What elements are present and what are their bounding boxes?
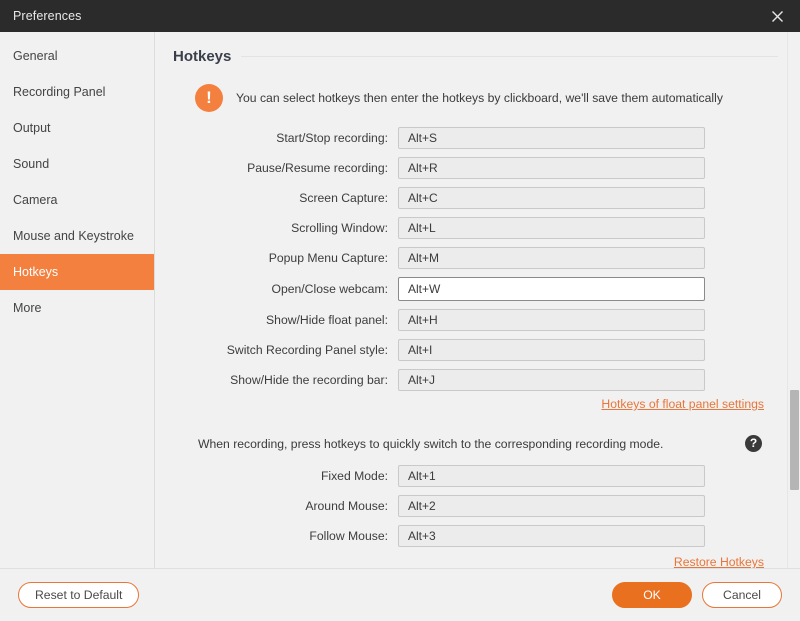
hotkey-row-pause-resume-recording: Pause/Resume recording: [173,155,778,181]
help-icon[interactable]: ? [745,435,762,452]
hotkey-input-start-stop-recording[interactable] [398,127,705,149]
sidebar-item-label: Sound [13,157,49,171]
recording-mode-note-text: When recording, press hotkeys to quickly… [198,437,663,451]
hotkeys-section-header: Hotkeys [173,32,778,68]
hotkey-label: Fixed Mode: [173,469,398,483]
footer-actions: OK Cancel [612,582,782,608]
sidebar-item-recording-panel[interactable]: Recording Panel [0,74,154,110]
hotkey-row-follow-mouse: Follow Mouse: [173,523,778,549]
hotkey-input-scrolling-window[interactable] [398,217,705,239]
recording-mode-hotkeys-list: Fixed Mode: Around Mouse: Follow Mouse: [173,463,778,549]
hotkey-label: Screen Capture: [173,191,398,205]
sidebar-item-label: More [13,301,41,315]
hotkeys-list: Start/Stop recording: Pause/Resume recor… [173,125,778,393]
hotkey-input-open-close-webcam[interactable] [398,277,705,301]
preferences-window: Preferences General Recording Panel Outp… [0,0,800,621]
sidebar-item-label: Hotkeys [13,265,58,279]
window-title: Preferences [0,9,82,23]
hotkey-row-fixed-mode: Fixed Mode: [173,463,778,489]
hotkey-row-popup-menu-capture: Popup Menu Capture: [173,245,778,271]
close-button[interactable] [754,0,800,32]
hotkey-input-show-hide-recording-bar[interactable] [398,369,705,391]
vertical-scrollbar-thumb[interactable] [790,390,799,490]
sidebar-item-general[interactable]: General [0,38,154,74]
hotkey-label: Scrolling Window: [173,221,398,235]
hotkey-label: Start/Stop recording: [173,131,398,145]
hotkey-row-show-hide-recording-bar: Show/Hide the recording bar: [173,367,778,393]
restore-hotkeys-link[interactable]: Restore Hotkeys [674,555,764,568]
sidebar-item-camera[interactable]: Camera [0,182,154,218]
hotkey-row-open-close-webcam: Open/Close webcam: [173,275,778,303]
title-bar: Preferences [0,0,800,32]
sidebar-item-more[interactable]: More [0,290,154,326]
hotkey-row-scrolling-window: Scrolling Window: [173,215,778,241]
sidebar-item-sound[interactable]: Sound [0,146,154,182]
content-scroll-area: Hotkeys ! You can select hotkeys then en… [155,32,800,568]
hotkey-input-show-hide-float-panel[interactable] [398,309,705,331]
sidebar-item-label: Output [13,121,51,135]
hotkey-input-follow-mouse[interactable] [398,525,705,547]
hotkey-input-switch-recording-panel-style[interactable] [398,339,705,361]
hotkey-input-screen-capture[interactable] [398,187,705,209]
hotkeys-panel: Hotkeys ! You can select hotkeys then en… [155,32,800,568]
hotkey-label: Open/Close webcam: [173,282,398,296]
hotkey-label: Popup Menu Capture: [173,251,398,265]
header-divider [241,56,778,57]
hotkeys-of-float-panel-settings-link[interactable]: Hotkeys of float panel settings [601,397,764,411]
sidebar-item-label: General [13,49,57,63]
close-icon [769,8,786,25]
ok-button[interactable]: OK [612,582,692,608]
sidebar: General Recording Panel Output Sound Cam… [0,32,155,568]
sidebar-item-label: Mouse and Keystroke [13,229,134,243]
page-title: Hotkeys [173,48,231,65]
hotkey-label: Show/Hide float panel: [173,313,398,327]
hotkey-label: Follow Mouse: [173,529,398,543]
dialog-footer: Reset to Default OK Cancel [0,568,800,621]
float-panel-link-row: Hotkeys of float panel settings [173,397,778,411]
hotkey-row-start-stop-recording: Start/Stop recording: [173,125,778,151]
cancel-button[interactable]: Cancel [702,582,782,608]
hotkey-row-show-hide-float-panel: Show/Hide float panel: [173,307,778,333]
hotkey-input-popup-menu-capture[interactable] [398,247,705,269]
exclamation-icon: ! [195,84,223,112]
hotkey-input-pause-resume-recording[interactable] [398,157,705,179]
sidebar-item-label: Camera [13,193,57,207]
reset-to-default-button[interactable]: Reset to Default [18,582,139,608]
hotkey-row-switch-recording-panel-style: Switch Recording Panel style: [173,337,778,363]
hotkey-row-screen-capture: Screen Capture: [173,185,778,211]
hotkey-label: Pause/Resume recording: [173,161,398,175]
notice-banner: ! You can select hotkeys then enter the … [173,84,778,112]
window-body: General Recording Panel Output Sound Cam… [0,32,800,568]
hotkey-input-fixed-mode[interactable] [398,465,705,487]
sidebar-item-output[interactable]: Output [0,110,154,146]
vertical-scrollbar-track[interactable] [787,32,800,568]
recording-mode-note: When recording, press hotkeys to quickly… [173,435,778,452]
hotkey-row-around-mouse: Around Mouse: [173,493,778,519]
sidebar-item-label: Recording Panel [13,85,105,99]
hotkey-input-around-mouse[interactable] [398,495,705,517]
sidebar-item-hotkeys[interactable]: Hotkeys [0,254,154,290]
restore-hotkeys-link-row: Restore Hotkeys [173,555,778,568]
hotkey-label: Switch Recording Panel style: [173,343,398,357]
hotkey-label: Show/Hide the recording bar: [173,373,398,387]
sidebar-item-mouse-and-keystroke[interactable]: Mouse and Keystroke [0,218,154,254]
notice-text: You can select hotkeys then enter the ho… [236,91,723,105]
hotkey-label: Around Mouse: [173,499,398,513]
